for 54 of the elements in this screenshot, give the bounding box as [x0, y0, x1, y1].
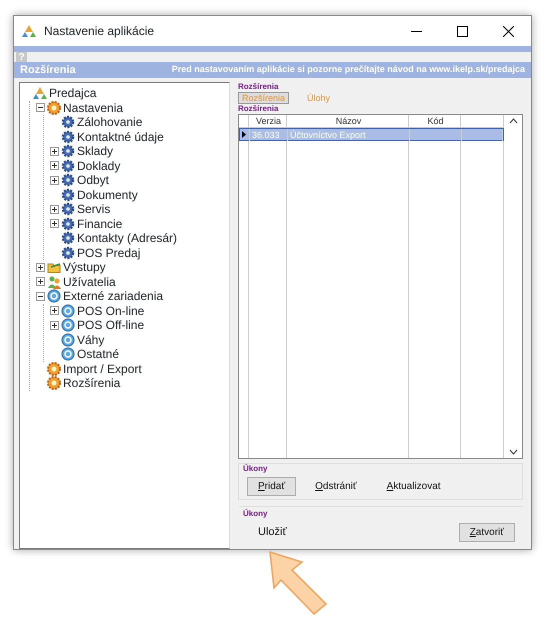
collapse-icon[interactable]: [36, 103, 45, 112]
expand-icon[interactable]: [50, 306, 59, 316]
expand-icon[interactable]: [36, 277, 45, 286]
expand-icon[interactable]: [50, 146, 59, 156]
group-label: Úkony: [242, 508, 268, 518]
device-icon: [61, 318, 75, 332]
gear-icon: [61, 144, 75, 158]
gear-icon: [61, 158, 75, 173]
column-header[interactable]: Verzia: [249, 115, 287, 128]
column-header[interactable]: Názov: [287, 115, 409, 128]
expand-icon[interactable]: [50, 161, 59, 170]
gear-icon: [61, 202, 75, 216]
row-pointer-icon: [242, 131, 246, 138]
column-header[interactable]: Kód: [409, 115, 461, 128]
scroll-down-icon[interactable]: [508, 449, 518, 456]
gear-icon: [61, 231, 75, 246]
header-title: Rozšírenia: [20, 62, 76, 78]
action-button[interactable]: Aktualizovat: [376, 477, 452, 496]
gear-icon: [47, 376, 61, 390]
gear-icon: [61, 246, 75, 260]
pointer-arrow: [268, 550, 328, 616]
gear-icon: [47, 362, 61, 376]
gear-icon: [47, 100, 61, 115]
close-dialog-button[interactable]: Zatvoriť: [458, 522, 515, 542]
device-icon: [61, 332, 75, 347]
save-button[interactable]: Uložiť: [247, 522, 298, 543]
expand-icon[interactable]: [50, 219, 59, 228]
action-button[interactable]: Odstrániť: [304, 477, 368, 496]
expand-icon[interactable]: [36, 262, 45, 272]
gear-icon: [61, 115, 75, 130]
notice-text: Pred nastavovaním aplikácie si pozorne prečítajte návod na www.ikelp.sk/predajca: [172, 63, 525, 76]
gear-icon: [61, 188, 75, 202]
gear-icon: [61, 173, 75, 188]
device-icon: [47, 289, 61, 304]
minimize-icon[interactable]: [410, 30, 422, 32]
group-label: Rozšírenia: [237, 82, 280, 91]
vendor-icon: [33, 86, 47, 100]
device-icon: [61, 304, 75, 318]
gear-icon: [61, 130, 75, 144]
maximize-icon[interactable]: [456, 26, 468, 36]
close-icon[interactable]: [502, 26, 514, 36]
app-icon: [22, 25, 36, 37]
action-button[interactable]: Pridať: [247, 477, 296, 496]
collapse-icon[interactable]: [36, 292, 45, 301]
users-icon: [47, 274, 61, 289]
expand-icon[interactable]: [50, 204, 59, 214]
group-label: Rozšírenia: [237, 104, 280, 114]
group-label: Úkony: [242, 464, 268, 474]
window-title: Nastavenie aplikácie: [44, 23, 154, 40]
device-icon: [61, 347, 75, 362]
expand-icon[interactable]: [50, 320, 59, 330]
expand-icon[interactable]: [50, 176, 59, 185]
gear-icon: [61, 216, 75, 231]
scroll-up-icon[interactable]: [508, 118, 518, 124]
